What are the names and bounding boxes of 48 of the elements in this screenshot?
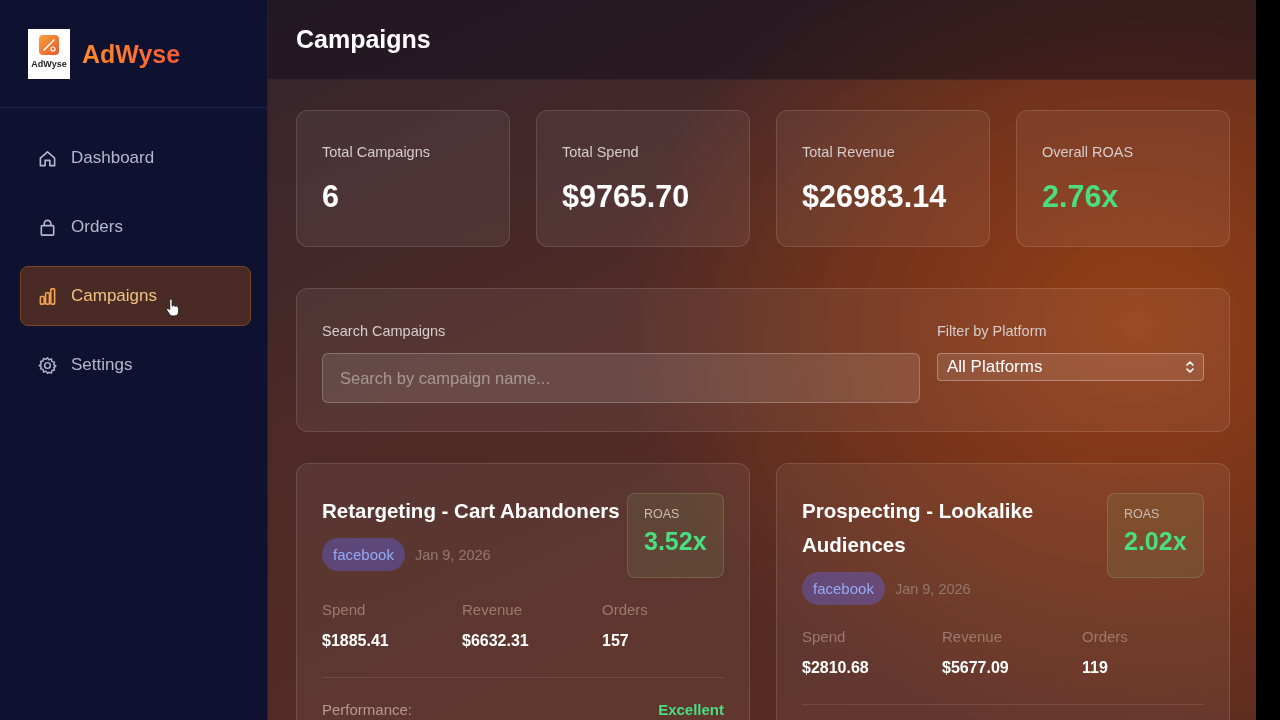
stat-label: Total Spend <box>562 143 639 161</box>
metric-value: $2810.68 <box>802 658 869 678</box>
metric-label: Spend <box>322 601 366 619</box>
roas-label: ROAS <box>644 507 680 522</box>
metric-value: $1885.41 <box>322 631 389 651</box>
nav-item[interactable]: Orders <box>20 197 251 257</box>
logo-mark-icon <box>39 34 59 55</box>
campaign-title: Retargeting - Cart Abandoners <box>322 498 621 524</box>
metric-label: Revenue <box>462 601 523 619</box>
nav-item[interactable]: Dashboard <box>20 128 251 188</box>
performance-value: Excellent <box>658 701 724 719</box>
stat-value: $26983.14 <box>802 178 947 214</box>
nav-item[interactable]: Settings <box>20 335 251 395</box>
metric-value: 157 <box>602 631 629 651</box>
roas-label: ROAS <box>1124 507 1160 522</box>
stat-value: 6 <box>322 178 339 214</box>
metric-label: Orders <box>602 601 648 619</box>
bag-icon <box>38 217 57 237</box>
stat-label: Overall ROAS <box>1042 143 1134 161</box>
stat-label: Total Campaigns <box>322 143 430 161</box>
metric-value: $5677.09 <box>942 658 1009 678</box>
field-label: Search Campaigns <box>322 322 446 340</box>
platform-tag: facebook <box>322 538 405 571</box>
roas-value: 2.02x <box>1124 526 1187 556</box>
metric-label: Revenue <box>942 628 1003 646</box>
campaign-date: Jan 9, 2026 <box>414 546 491 563</box>
metric-label: Spend <box>802 628 846 646</box>
field-label: Filter by Platform <box>937 322 1047 340</box>
platform-tag: facebook <box>802 572 885 605</box>
performance-label: Performance: <box>322 701 413 719</box>
nav-item[interactable]: Campaigns <box>20 266 251 326</box>
stat-label: Total Revenue <box>802 143 895 161</box>
stat-value: $9765.70 <box>562 178 690 214</box>
metric-value: $6632.31 <box>462 631 529 651</box>
roas-value: 3.52x <box>644 526 707 556</box>
logo-caption: AdWyse <box>31 58 67 70</box>
campaign-date: Jan 9, 2026 <box>894 580 971 597</box>
metric-label: Orders <box>1082 628 1128 646</box>
bar-chart-icon <box>38 286 57 306</box>
platform-select[interactable]: All Platforms <box>937 353 1204 381</box>
page-title: Campaigns <box>296 25 431 54</box>
settings-icon <box>38 355 57 375</box>
campaign-title: Prospecting - Lookalike Audiences <box>802 498 1035 558</box>
stat-value: 2.76x <box>1042 178 1119 214</box>
metric-value: 119 <box>1082 658 1108 678</box>
chevron-up-down-icon <box>1185 360 1195 374</box>
hand-pointer-icon <box>166 298 179 318</box>
home-icon <box>38 148 57 168</box>
